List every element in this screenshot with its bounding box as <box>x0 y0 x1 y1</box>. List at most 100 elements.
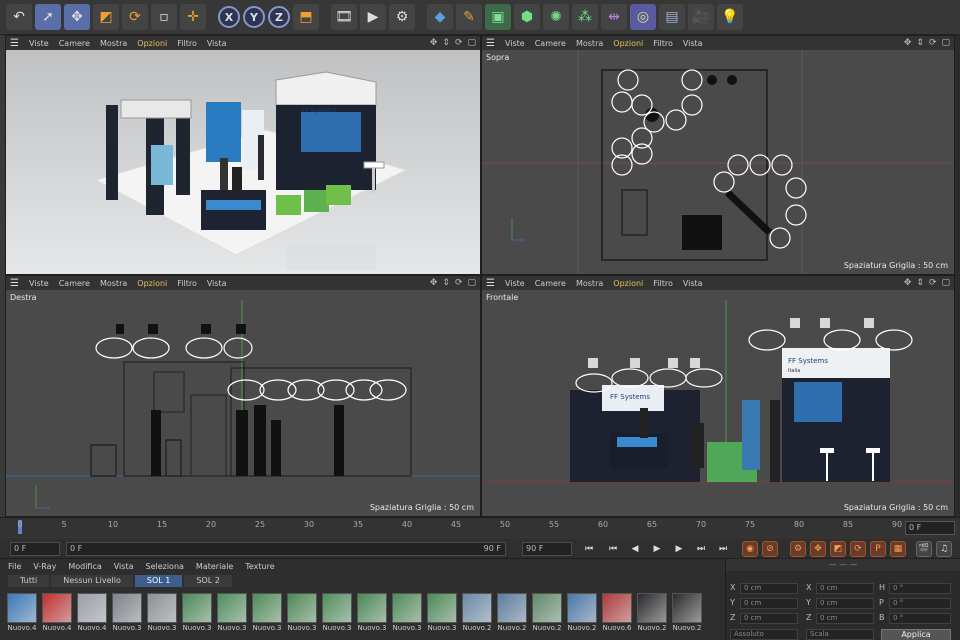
material-swatch[interactable] <box>217 593 247 623</box>
menu-camere[interactable]: Camere <box>535 39 566 48</box>
auto-key-icon[interactable]: ⊘ <box>762 541 778 557</box>
x-axis-lock-button[interactable]: X <box>218 6 240 28</box>
floor-icon[interactable]: ▤ <box>659 4 685 30</box>
material-swatch[interactable] <box>532 593 562 623</box>
menu-mostra[interactable]: Mostra <box>576 39 603 48</box>
tab-tutti[interactable]: Tutti <box>8 574 50 587</box>
render-view-icon[interactable]: ▶ <box>360 4 386 30</box>
zoom-icon[interactable]: ⇕ <box>916 38 924 48</box>
symmetry-icon[interactable]: ⇹ <box>601 4 627 30</box>
next-key-icon[interactable]: ⏭ <box>694 542 708 556</box>
material-item[interactable]: Nuovo.3 <box>252 593 282 632</box>
mograph-icon[interactable]: ⁂ <box>572 4 598 30</box>
material-swatch[interactable] <box>112 593 142 623</box>
material-item[interactable]: Nuovo.6 <box>602 593 632 632</box>
orbit-icon[interactable]: ⟳ <box>929 278 937 288</box>
apply-button[interactable]: Applica <box>881 629 951 640</box>
menu-vray[interactable]: V-Ray <box>33 562 56 571</box>
key-selection-icon[interactable]: ⚙ <box>790 541 806 557</box>
material-swatch[interactable] <box>427 593 457 623</box>
menu-viste[interactable]: Viste <box>505 279 525 288</box>
goto-end-icon[interactable]: ⏭ <box>716 542 730 556</box>
material-item[interactable]: Nuovo.2 <box>567 593 597 632</box>
maximize-icon[interactable]: ▢ <box>467 278 476 288</box>
orbit-icon[interactable]: ⟳ <box>455 38 463 48</box>
viewport-front[interactable]: ☰ Viste Camere Mostra Opzioni Filtro Vis… <box>481 275 955 517</box>
material-item[interactable]: Nuovo.4 <box>7 593 37 632</box>
material-item[interactable]: Nuovo.3 <box>287 593 317 632</box>
viewport-right[interactable]: ☰ Viste Camere Mostra Opzioni Filtro Vis… <box>5 275 481 517</box>
pan-icon[interactable]: ✥ <box>430 278 438 288</box>
menu-filtro[interactable]: Filtro <box>177 39 197 48</box>
viewport-top[interactable]: ☰ Viste Camere Mostra Opzioni Filtro Vis… <box>481 35 955 275</box>
material-swatch[interactable] <box>322 593 352 623</box>
menu-vista[interactable]: Vista <box>207 279 227 288</box>
material-swatch[interactable] <box>602 593 632 623</box>
rot-h-field[interactable]: 0 ° <box>889 583 951 594</box>
material-item[interactable]: Nuovo.2 <box>637 593 667 632</box>
orbit-icon[interactable]: ⟳ <box>455 278 463 288</box>
menu-icon[interactable]: ☰ <box>10 38 19 49</box>
select-tool-button[interactable]: ➚ <box>35 4 61 30</box>
prev-frame-icon[interactable]: ◀ <box>628 542 642 556</box>
size-z-field[interactable]: 0 cm <box>816 613 874 624</box>
tab-nessun-livello[interactable]: Nessun Livello <box>51 574 133 587</box>
light-icon[interactable]: 💡 <box>717 4 743 30</box>
menu-opzioni[interactable]: Opzioni <box>137 279 167 288</box>
sound-icon[interactable]: ♫ <box>936 541 952 557</box>
menu-seleziona[interactable]: Seleziona <box>145 562 183 571</box>
material-item[interactable]: Nuovo.3 <box>357 593 387 632</box>
menu-icon[interactable]: ☰ <box>10 278 19 289</box>
prev-key-icon[interactable]: ⏮ <box>606 542 620 556</box>
pos-z-field[interactable]: 0 cm <box>740 613 798 624</box>
maximize-icon[interactable]: ▢ <box>941 38 950 48</box>
menu-texture[interactable]: Texture <box>245 562 274 571</box>
material-swatch[interactable] <box>42 593 72 623</box>
menu-mostra[interactable]: Mostra <box>100 279 127 288</box>
material-item[interactable]: Nuovo.2 <box>672 593 702 632</box>
scale-tool-button[interactable]: ◩ <box>93 4 119 30</box>
goto-start-icon[interactable]: ⏮ <box>582 542 596 556</box>
pen-icon[interactable]: ✎ <box>456 4 482 30</box>
menu-camere[interactable]: Camere <box>59 279 90 288</box>
tab-sol-1[interactable]: SOL 1 <box>134 574 183 587</box>
recent-tools-button[interactable]: ▫ <box>151 4 177 30</box>
material-item[interactable]: Nuovo.4 <box>77 593 107 632</box>
material-item[interactable]: Nuovo.3 <box>392 593 422 632</box>
orbit-icon[interactable]: ⟳ <box>929 38 937 48</box>
rot-b-field[interactable]: 0 ° <box>889 613 951 624</box>
key-param-icon[interactable]: P <box>870 541 886 557</box>
material-item[interactable]: Nuovo.3 <box>147 593 177 632</box>
menu-mostra[interactable]: Mostra <box>576 279 603 288</box>
material-swatch[interactable] <box>287 593 317 623</box>
key-position-icon[interactable]: ✥ <box>810 541 826 557</box>
menu-camere[interactable]: Camere <box>59 39 90 48</box>
y-axis-lock-button[interactable]: Y <box>243 6 265 28</box>
size-mode-select[interactable]: Scala <box>806 629 874 640</box>
pan-icon[interactable]: ✥ <box>904 38 912 48</box>
material-swatch[interactable] <box>462 593 492 623</box>
menu-filtro[interactable]: Filtro <box>653 279 673 288</box>
pos-y-field[interactable]: 0 cm <box>740 598 798 609</box>
key-rotation-icon[interactable]: ⟳ <box>850 541 866 557</box>
material-swatch[interactable] <box>147 593 177 623</box>
zoom-icon[interactable]: ⇕ <box>442 38 450 48</box>
material-swatch[interactable] <box>77 593 107 623</box>
material-swatch[interactable] <box>672 593 702 623</box>
material-item[interactable]: Nuovo.2 <box>532 593 562 632</box>
pan-icon[interactable]: ✥ <box>430 38 438 48</box>
material-swatch[interactable] <box>637 593 667 623</box>
rotate-tool-button[interactable]: ⟳ <box>122 4 148 30</box>
tab-sol-2[interactable]: SOL 2 <box>184 574 232 587</box>
material-item[interactable]: Nuovo.4 <box>42 593 72 632</box>
menu-vista[interactable]: Vista <box>683 279 703 288</box>
menu-viste[interactable]: Viste <box>29 39 49 48</box>
menu-file[interactable]: File <box>8 562 21 571</box>
render-region-icon[interactable]: 🎞 <box>331 4 357 30</box>
key-scale-icon[interactable]: ◩ <box>830 541 846 557</box>
deformer-icon[interactable]: ✺ <box>543 4 569 30</box>
menu-icon[interactable]: ☰ <box>486 278 495 289</box>
menu-materiale[interactable]: Materiale <box>196 562 233 571</box>
menu-filtro[interactable]: Filtro <box>177 279 197 288</box>
camera-icon[interactable]: 🎥 <box>688 4 714 30</box>
